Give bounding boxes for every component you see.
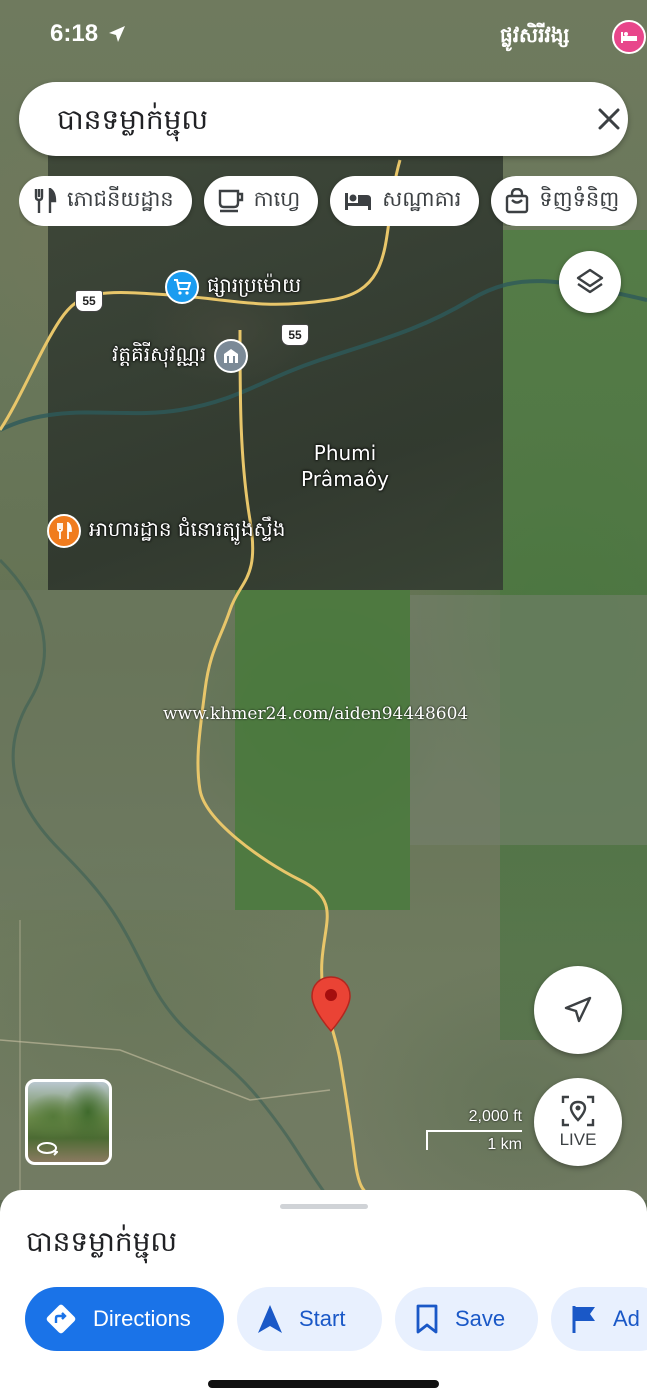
poi-market[interactable]: ផ្សារប្រម៉ោយ: [165, 270, 301, 304]
layers-icon: [576, 268, 604, 294]
road-shield-55: 55: [281, 324, 309, 346]
sheet-grabber[interactable]: [280, 1204, 368, 1209]
live-view-button[interactable]: LIVE: [534, 1078, 622, 1166]
poi-pagoda-label: វត្តគិរីសុវណ្ណរ: [112, 342, 207, 366]
chip-label: ភោជនីយដ្ឋាន: [67, 186, 174, 211]
place-label-prameay: Phumi Prâmaôy: [296, 440, 394, 492]
road-shield-55: 55: [75, 290, 103, 312]
place-title: បានទម្លាក់ម្ជុល: [26, 1225, 178, 1258]
poi-market-label: ផ្សារប្រម៉ោយ: [207, 273, 302, 297]
place-name-line1: Phumi: [313, 441, 377, 465]
save-button[interactable]: Save: [395, 1287, 538, 1351]
poi-restaurant[interactable]: អាហារដ្ឋាន ជំនោរត្បូងស្ទឹង: [47, 514, 285, 548]
place-bottom-sheet[interactable]: បានទម្លាក់ម្ជុល Directions Start Save Ad: [0, 1190, 647, 1400]
scale-km-label: 1 km: [487, 1136, 522, 1153]
map-scale: 2,000 ft 1 km: [426, 1108, 522, 1158]
flag-icon: [572, 1306, 595, 1333]
status-bar: 6:18 ផ្លូវសិរីវង្ស: [0, 0, 647, 72]
watermark-text: www.khmer24.com/aiden94448604: [163, 704, 469, 724]
navigation-arrow-icon: [258, 1305, 282, 1333]
add-label-button[interactable]: Ad: [551, 1287, 647, 1351]
poi-restaurant-label: អាហារដ្ឋាន ជំនោរត្បូងស្ទឹង: [89, 517, 286, 541]
place-name-line2: Prâmaôy: [301, 467, 389, 491]
layers-button[interactable]: [559, 251, 621, 313]
save-label: Save: [455, 1306, 506, 1331]
rotate-360-icon: [37, 1142, 58, 1156]
status-time: 6:18: [50, 20, 99, 47]
shopping-cart-icon: [165, 270, 199, 304]
chip-hotels[interactable]: សណ្ឋាគារ: [330, 176, 480, 226]
poi-pagoda[interactable]: វត្តគិរីសុវណ្ណរ: [112, 339, 249, 373]
coffee-icon: [218, 189, 243, 213]
my-location-button[interactable]: [534, 966, 622, 1054]
directions-label: Directions: [93, 1306, 191, 1331]
add-label: Ad: [613, 1306, 640, 1331]
hotel-pin-icon[interactable]: [612, 20, 646, 54]
dropped-pin-icon[interactable]: [310, 975, 352, 1033]
location-arrow-icon: [109, 26, 125, 42]
chip-label: ទិញទំនិញ: [539, 186, 620, 211]
directions-icon: [46, 1304, 76, 1334]
chip-coffee[interactable]: កាហ្វេ: [203, 176, 319, 226]
chip-shopping[interactable]: ទិញទំនិញ: [491, 176, 638, 226]
scale-ft-label: 2,000 ft: [468, 1108, 522, 1125]
restaurant-poi-icon: [47, 514, 81, 548]
search-query[interactable]: បានទម្លាក់ម្ជុល: [57, 102, 208, 143]
hotel-icon: [345, 193, 372, 210]
start-label: Start: [299, 1306, 346, 1331]
chip-restaurants[interactable]: ភោជនីយដ្ឋាន: [19, 176, 192, 226]
live-view-icon: [561, 1095, 595, 1127]
directions-button[interactable]: Directions: [25, 1287, 224, 1351]
bookmark-icon: [416, 1304, 438, 1334]
status-right-text: ផ្លូវសិរីវង្ស: [500, 23, 570, 47]
pagoda-icon: [214, 339, 249, 373]
street-view-thumbnail[interactable]: [25, 1079, 112, 1165]
shopping-bag-icon: [506, 188, 529, 214]
restaurant-icon: [34, 188, 57, 213]
live-label: LIVE: [559, 1130, 597, 1149]
chip-label: កាហ្វេ: [253, 186, 301, 211]
search-bar[interactable]: បានទម្លាក់ម្ជុល: [19, 82, 628, 156]
chip-label: សណ្ឋាគារ: [382, 186, 462, 211]
category-chips: ភោជនីយដ្ឋាន កាហ្វេ សណ្ឋាគារ ទិញទំនិញ: [19, 176, 647, 226]
close-icon[interactable]: [594, 104, 624, 134]
action-buttons: Directions Start Save Ad: [25, 1287, 647, 1351]
start-button[interactable]: Start: [237, 1287, 382, 1351]
home-indicator[interactable]: [208, 1380, 439, 1388]
navigation-arrow-icon: [564, 996, 592, 1023]
